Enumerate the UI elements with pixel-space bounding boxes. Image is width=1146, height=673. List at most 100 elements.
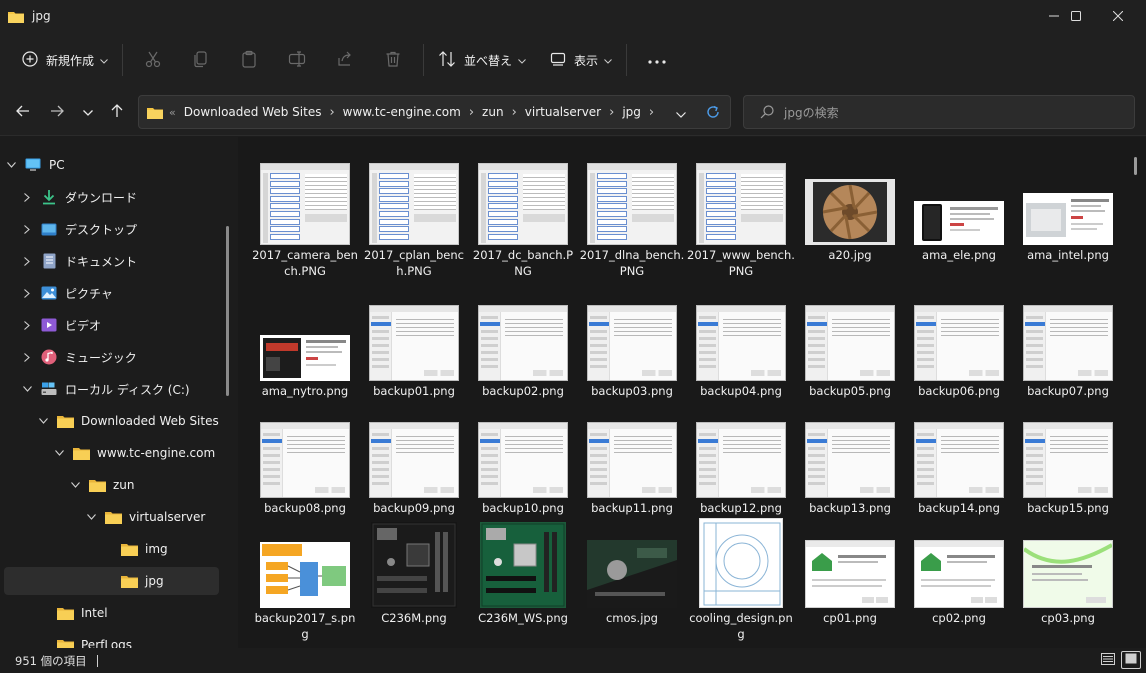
chevron-right-icon[interactable]: › <box>609 105 614 120</box>
file-tile[interactable]: backup07.png <box>1014 291 1122 406</box>
content-scrollbar[interactable] <box>1134 157 1137 175</box>
file-tile[interactable]: backup14.png <box>905 408 1013 523</box>
sidebar-item-[interactable]: ピクチャ <box>4 279 219 307</box>
sidebar-item-virtualserver[interactable]: virtualserver <box>4 503 219 531</box>
sidebar-item-[interactable]: ビデオ <box>4 311 219 339</box>
share-button[interactable] <box>321 42 369 78</box>
chevron-down-icon[interactable] <box>20 382 34 396</box>
file-tile[interactable]: backup02.png <box>469 291 577 406</box>
maximize-button[interactable] <box>1053 0 1099 32</box>
paste-button[interactable] <box>225 42 273 78</box>
breadcrumb-tc-engine[interactable]: www.tc-engine.com <box>343 105 461 119</box>
address-history-icon[interactable] <box>676 107 686 121</box>
file-tile[interactable]: 2017_cplan_bench.PNG <box>360 155 468 278</box>
new-button[interactable]: 新規作成 <box>14 42 116 78</box>
chevron-right-icon[interactable]: › <box>469 105 474 120</box>
file-tile[interactable]: 2017_dc_banch.PNG <box>469 155 577 278</box>
file-tile[interactable]: ama_nytro.png <box>251 291 359 406</box>
forward-button[interactable] <box>42 98 72 126</box>
chevron-down-icon[interactable] <box>52 446 66 460</box>
file-tile[interactable]: backup13.png <box>796 408 904 523</box>
chevron-down-icon[interactable] <box>68 478 82 492</box>
file-tile[interactable]: backup03.png <box>578 291 686 406</box>
file-tile[interactable]: ama_ele.png <box>905 155 1013 270</box>
cut-button[interactable] <box>129 42 177 78</box>
overflow-chevron-icon[interactable]: « <box>169 106 176 119</box>
close-button[interactable] <box>1095 0 1141 32</box>
file-tile[interactable]: cp03.png <box>1014 518 1122 633</box>
breadcrumb-zun[interactable]: zun <box>482 105 504 119</box>
chevron-down-icon[interactable] <box>4 158 18 172</box>
file-tile[interactable]: cp01.png <box>796 518 904 633</box>
back-button[interactable] <box>8 98 38 126</box>
chevron-right-icon[interactable]: › <box>649 105 654 120</box>
file-tile[interactable]: backup10.png <box>469 408 577 523</box>
thumbnail-view-button[interactable] <box>1121 651 1141 669</box>
file-tile[interactable]: a20.jpg <box>796 155 904 270</box>
file-tile[interactable]: backup09.png <box>360 408 468 523</box>
sidebar-item-[interactable]: ドキュメント <box>4 247 219 275</box>
breadcrumb-virtualserver[interactable]: virtualserver <box>525 105 601 119</box>
sidebar-item-www-tc-engine-com[interactable]: www.tc-engine.com <box>4 439 219 467</box>
chevron-right-icon[interactable] <box>20 318 34 332</box>
refresh-icon[interactable] <box>705 104 721 123</box>
copy-icon <box>192 50 210 71</box>
sidebar-scrollbar[interactable] <box>226 226 229 396</box>
chevron-right-icon[interactable] <box>20 222 34 236</box>
details-view-button[interactable] <box>1099 652 1117 668</box>
sidebar-item-c[interactable]: ローカル ディスク (C:) <box>4 375 219 403</box>
file-tile[interactable]: backup08.png <box>251 408 359 523</box>
file-tile[interactable]: 2017_camera_bench.PNG <box>251 155 359 278</box>
sidebar-item-perflogs[interactable]: PerfLogs <box>4 631 219 648</box>
copy-button[interactable] <box>177 42 225 78</box>
sidebar-item-downloaded-web-sites[interactable]: Downloaded Web Sites <box>4 407 219 435</box>
file-tile[interactable]: backup11.png <box>578 408 686 523</box>
file-tile[interactable]: cp02.png <box>905 518 1013 633</box>
file-tile[interactable]: C236M_WS.png <box>469 518 577 633</box>
chevron-right-icon[interactable]: › <box>512 105 517 120</box>
file-tile[interactable]: backup12.png <box>687 408 795 523</box>
chevron-down-icon[interactable] <box>36 414 50 428</box>
recent-locations-button[interactable] <box>73 98 103 126</box>
file-tile[interactable]: backup15.png <box>1014 408 1122 523</box>
search-input[interactable]: jpgの検索 <box>743 95 1135 129</box>
chevron-right-icon[interactable] <box>20 286 34 300</box>
delete-button[interactable] <box>369 42 417 78</box>
breadcrumb-downloaded-web-sites[interactable]: Downloaded Web Sites <box>184 105 322 119</box>
chevron-right-icon[interactable] <box>20 190 34 204</box>
file-name: cp01.png <box>823 611 877 625</box>
more-options-button[interactable] <box>633 42 681 78</box>
file-tile[interactable]: ama_intel.png <box>1014 155 1122 270</box>
file-tile[interactable]: 2017_www_bench.PNG <box>687 155 795 278</box>
sidebar-item-label: zun <box>113 478 135 492</box>
file-tile[interactable]: backup06.png <box>905 291 1013 406</box>
sidebar-item-[interactable]: デスクトップ <box>4 215 219 243</box>
file-tile[interactable]: backup04.png <box>687 291 795 406</box>
rename-button[interactable] <box>273 42 321 78</box>
file-tile[interactable]: C236M.png <box>360 518 468 633</box>
chevron-right-icon[interactable] <box>20 254 34 268</box>
file-tile[interactable]: backup2017_s.png <box>251 518 359 641</box>
chevron-right-icon[interactable] <box>20 350 34 364</box>
sidebar-item-pc[interactable]: PC <box>4 151 219 179</box>
chevron-down-icon[interactable] <box>84 510 98 524</box>
file-tile[interactable]: 2017_dlna_bench.PNG <box>578 155 686 278</box>
breadcrumb-jpg[interactable]: jpg <box>622 105 641 119</box>
sidebar-item-[interactable]: ミュージック <box>4 343 219 371</box>
address-bar[interactable]: « Downloaded Web Sites › www.tc-engine.c… <box>138 95 731 129</box>
file-tile[interactable]: cmos.jpg <box>578 518 686 633</box>
sort-button-label: 並べ替え <box>464 53 513 68</box>
sort-button[interactable]: 並べ替え <box>430 42 534 78</box>
sidebar-item-img[interactable]: img <box>4 535 219 563</box>
search-icon <box>760 105 774 119</box>
sidebar-item-intel[interactable]: Intel <box>4 599 219 627</box>
sidebar-item-jpg[interactable]: jpg <box>4 567 219 595</box>
sidebar-item-zun[interactable]: zun <box>4 471 219 499</box>
file-tile[interactable]: backup01.png <box>360 291 468 406</box>
chevron-right-icon[interactable]: › <box>329 105 334 120</box>
view-button[interactable]: 表示 <box>542 42 620 78</box>
file-tile[interactable]: backup05.png <box>796 291 904 406</box>
up-button[interactable] <box>102 98 132 126</box>
file-tile[interactable]: cooling_design.png <box>687 518 795 641</box>
sidebar-item-[interactable]: ダウンロード <box>4 183 219 211</box>
